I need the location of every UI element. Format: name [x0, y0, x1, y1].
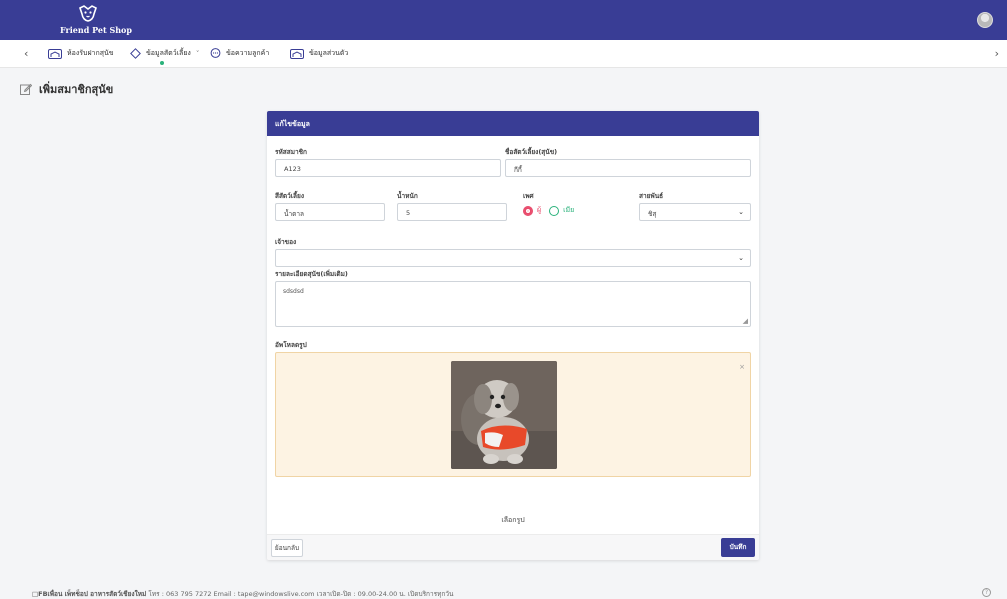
dog-logo-icon — [79, 5, 97, 22]
sex-female-radio[interactable] — [549, 205, 560, 216]
sex-male-radio[interactable] — [523, 205, 533, 216]
sex-radio-group: ผู้ เมีย — [523, 205, 574, 216]
nav-bar: ‹ ห้องรับฝากสุนัข ข้อมูลสัตว์เลี้ยง ˅ ข้… — [0, 40, 1007, 68]
nav-item-dog-boarding[interactable]: ห้องรับฝากสุนัข — [48, 48, 114, 59]
owner-label: เจ้าของ — [275, 238, 297, 246]
nav-next-arrow[interactable]: › — [995, 47, 999, 60]
footer-contact: โทร : 063 795 7272 Email : tape@windowsl… — [148, 590, 454, 598]
form-footer: ย้อนกลับ บันทึก — [267, 534, 759, 560]
weight-label: น้ำหนัก — [397, 192, 418, 200]
breed-select[interactable]: ชิสุ ⌄ — [639, 203, 751, 221]
nav-item-label: ห้องรับฝากสุนัข — [67, 49, 114, 57]
member-id-input[interactable]: A123 — [275, 159, 501, 177]
logo[interactable]: Friend Pet Shop — [60, 4, 132, 36]
chevron-down-icon: ⌄ — [738, 254, 744, 262]
user-avatar[interactable] — [977, 12, 993, 28]
sex-label: เพศ — [523, 192, 534, 200]
card-header: แก้ไขข้อมูล — [267, 111, 759, 136]
edit-form-card: แก้ไขข้อมูล รหัสสมาชิก A123 ชื่อสัตว์เลี… — [267, 111, 759, 560]
chat-icon — [210, 48, 221, 58]
nav-item-customer-messages[interactable]: ข้อความลูกค้า — [210, 48, 269, 59]
pet-color-input[interactable]: น้ำตาล — [275, 203, 385, 221]
nav-prev-arrow[interactable]: ‹ — [24, 47, 28, 60]
details-text: sdsdsd — [283, 288, 304, 295]
pet-name-label: ชื่อสัตว์เลี้ยง(สุนัข) — [505, 148, 558, 156]
weight-input[interactable]: 5 — [397, 203, 507, 221]
logo-text: Friend Pet Shop — [60, 25, 132, 35]
page-footer: □FBเพื่อน เพ็ทช็อป อาหารสัตว์เชียงใหม่ โ… — [32, 589, 453, 599]
nav-item-pet-info[interactable]: ข้อมูลสัตว์เลี้ยง ˅ — [130, 48, 199, 59]
sex-male-label: ผู้ — [537, 206, 542, 214]
details-label: รายละเอียดสุนัข(เพิ่มเติม) — [275, 270, 348, 278]
edit-icon — [20, 83, 32, 95]
sex-female-label: เมีย — [563, 206, 575, 214]
chevron-down-icon: ⌄ — [738, 208, 744, 216]
page-title: เพิ่มสมาชิกสุนัข — [20, 80, 113, 98]
house-icon — [48, 48, 62, 59]
pet-name-input[interactable]: กีกี้ — [505, 159, 751, 177]
resize-handle-icon[interactable]: ◢ — [743, 317, 748, 325]
house-icon — [290, 48, 304, 59]
page-title-text: เพิ่มสมาชิกสุนัข — [39, 83, 114, 96]
nav-item-label: ข้อมูลส่วนตัว — [309, 49, 349, 57]
pet-color-label: สีสัตว์เลี้ยง — [275, 192, 304, 200]
dog-image — [451, 361, 557, 469]
back-button[interactable]: ย้อนกลับ — [271, 539, 303, 557]
diamond-icon — [130, 48, 141, 59]
owner-select[interactable]: ⌄ — [275, 249, 751, 267]
top-bar: Friend Pet Shop — [0, 0, 1007, 40]
breed-label: สายพันธ์ — [639, 192, 664, 200]
nav-item-label: ข้อมูลสัตว์เลี้ยง — [146, 49, 191, 57]
remove-image-icon[interactable]: × — [739, 363, 745, 371]
choose-image-link[interactable]: เลือกรูป — [267, 515, 759, 526]
chevron-down-icon: ˅ — [195, 49, 200, 58]
image-dropzone[interactable]: × — [275, 352, 751, 477]
nav-item-profile[interactable]: ข้อมูลส่วนตัว — [290, 48, 348, 59]
member-id-label: รหัสสมาชิก — [275, 148, 307, 156]
nav-item-label: ข้อความลูกค้า — [226, 49, 270, 57]
active-indicator — [160, 61, 164, 65]
upload-label: อัพโหลดรูป — [275, 341, 307, 349]
dog-photo — [451, 361, 557, 469]
save-button[interactable]: บันทึก — [721, 538, 755, 557]
details-textarea[interactable]: sdsdsd ◢ — [275, 281, 751, 327]
help-icon[interactable]: ? — [982, 588, 991, 597]
footer-brand[interactable]: □FBเพื่อน เพ็ทช็อป อาหารสัตว์เชียงใหม่ — [32, 590, 146, 598]
breed-value: ชิสุ — [648, 210, 657, 218]
